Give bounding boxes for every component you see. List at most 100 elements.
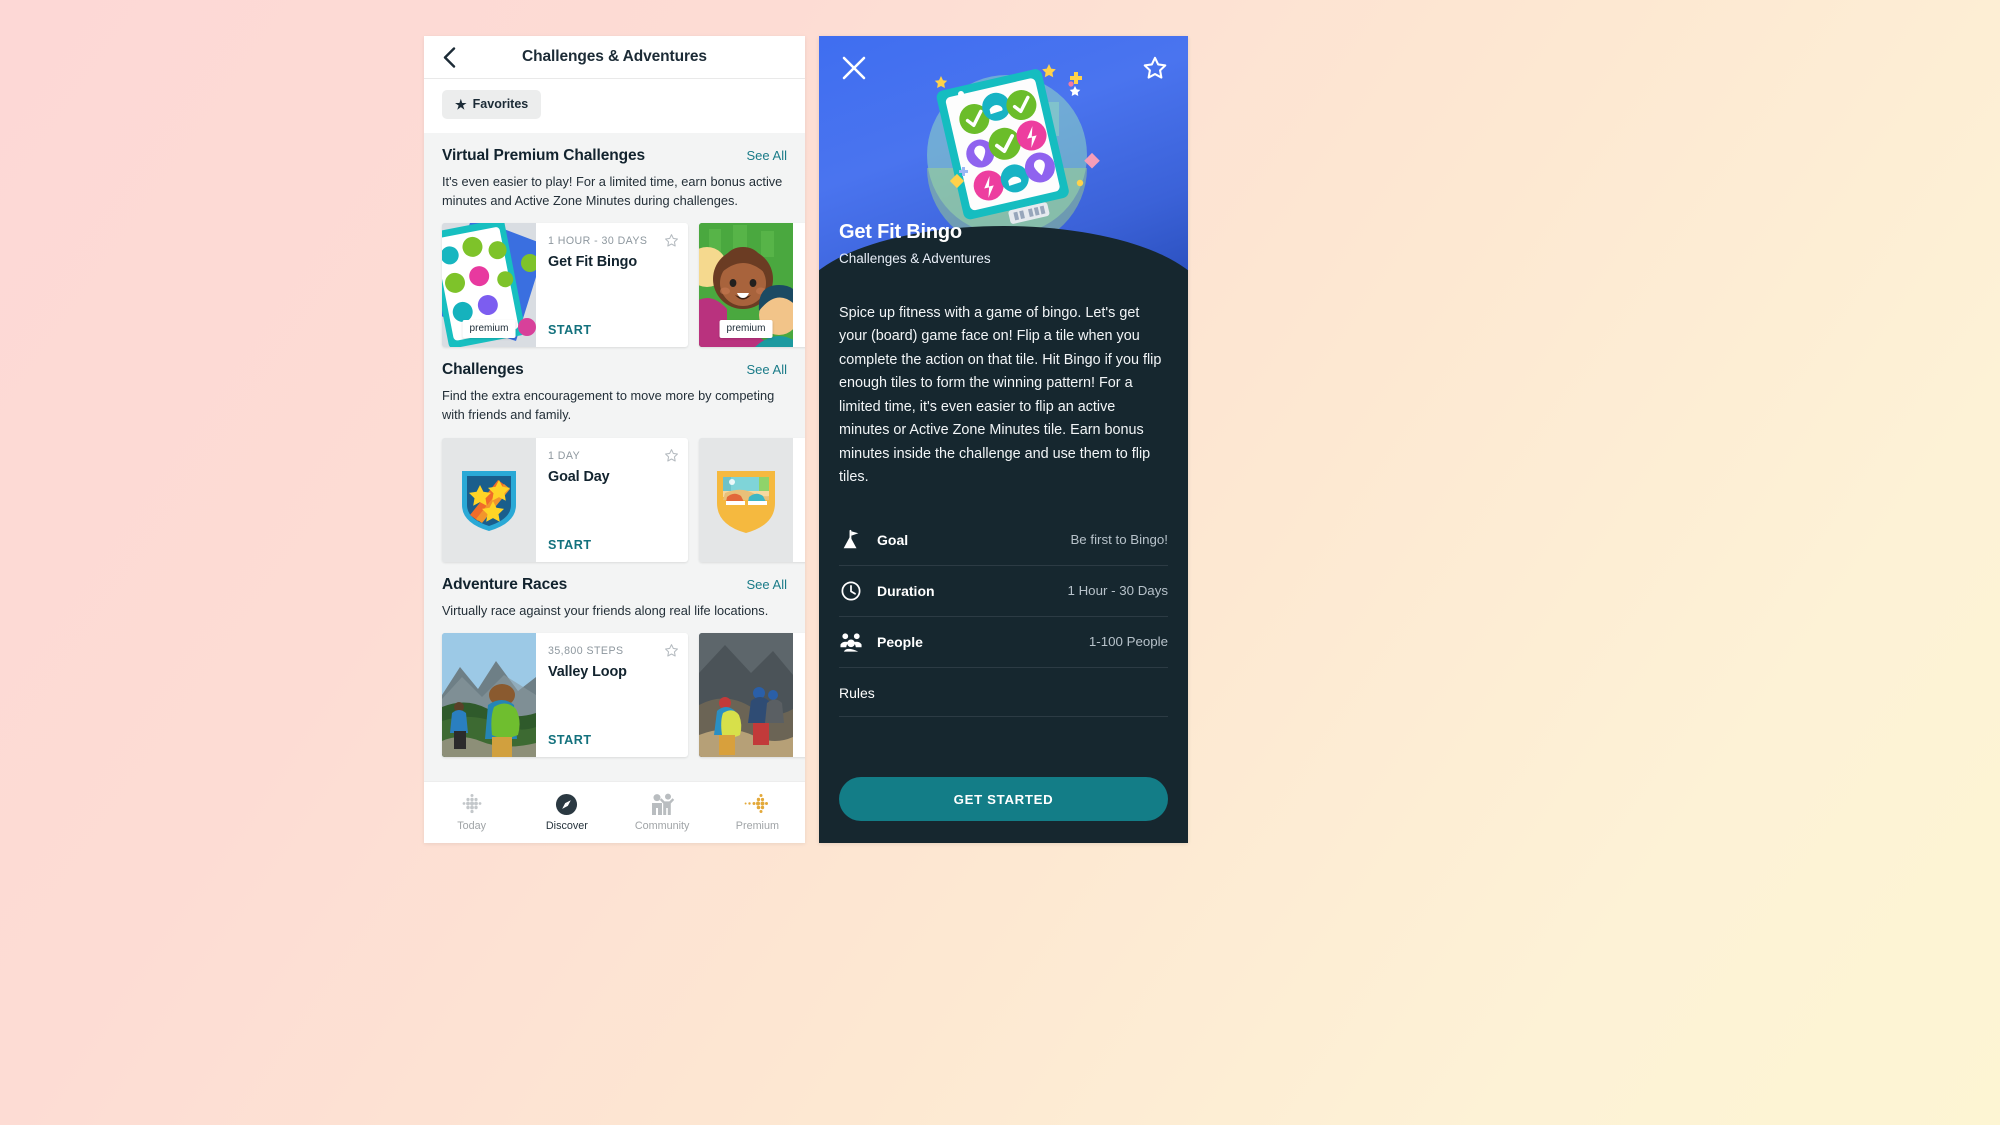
- see-all-link-adventure-races[interactable]: See All: [747, 577, 787, 592]
- card-duration-meta: 1 DAY: [548, 449, 581, 462]
- card-start-button[interactable]: START: [548, 538, 678, 552]
- section-title: Challenges: [442, 361, 524, 379]
- rules-row[interactable]: Rules: [839, 668, 1168, 717]
- challenge-card-valley-loop[interactable]: 35,800 STEPS Valley Loop START: [442, 633, 688, 758]
- bottom-tab-bar: Today Discover Community Premium: [424, 781, 805, 843]
- tab-label: Discover: [545, 820, 588, 832]
- card-duration-meta: 1 HOUR - 30 DAYS: [548, 235, 648, 248]
- card-title: Goal Day: [548, 468, 610, 485]
- see-all-link-challenges[interactable]: See All: [747, 362, 787, 377]
- section-description: Virtually race against your friends alon…: [442, 602, 769, 618]
- clock-icon: [839, 580, 863, 602]
- challenge-card-partial-4[interactable]: 1 D S: [699, 437, 805, 562]
- premium-badge: premium: [462, 320, 516, 339]
- detail-stats-list: Goal Be first to Bingo! Duration 1 Hour …: [839, 515, 1168, 717]
- favorite-star-icon[interactable]: [664, 643, 679, 658]
- favorites-filter-chip[interactable]: ★ Favorites: [442, 90, 542, 119]
- premium-badge: premium: [719, 320, 773, 339]
- card-thumbnail: premium: [699, 223, 793, 348]
- flag-mountain-icon: [839, 529, 863, 551]
- filter-row: ★ Favorites: [424, 79, 805, 133]
- goal-day-shield-icon: [442, 437, 536, 562]
- tab-label: Premium: [735, 820, 779, 832]
- get-started-button[interactable]: GET STARTED: [839, 777, 1168, 821]
- card-thumbnail: [699, 437, 793, 562]
- card-thumbnail: [442, 437, 536, 562]
- stat-row-goal: Goal Be first to Bingo!: [839, 515, 1168, 566]
- card-title: Get Fit Bingo: [548, 254, 638, 271]
- see-all-link-virtual-premium[interactable]: See All: [747, 148, 787, 163]
- tab-label: Today: [457, 820, 487, 832]
- stat-value: Be first to Bingo!: [1070, 532, 1168, 548]
- card-body: 1 DAY Goal Day START: [536, 438, 688, 562]
- star-filled-icon: ★: [455, 96, 467, 112]
- favorite-button[interactable]: [1142, 55, 1168, 81]
- challenge-card-partial-6[interactable]: 6 P S: [699, 633, 805, 758]
- hero-banner: Get Fit Bingo Challenges & Adventures: [819, 36, 1188, 284]
- rules-label: Rules: [839, 684, 875, 701]
- close-x-icon: [842, 56, 866, 80]
- climbers-photo-icon: [699, 633, 793, 758]
- section-header: Adventure Races See All: [442, 576, 787, 594]
- card-carousel[interactable]: premium 1 HOUR - 30 DAYS Get Fit Bingo S…: [442, 223, 805, 348]
- card-thumbnail: [442, 633, 536, 758]
- sections-scroll-area[interactable]: Virtual Premium Challenges See All It's …: [424, 133, 805, 781]
- star-outline-icon: [1143, 56, 1167, 79]
- stat-label: People: [877, 633, 923, 650]
- favorite-star-icon[interactable]: [664, 448, 679, 463]
- people-icon: [649, 793, 675, 815]
- section-header: Challenges See All: [442, 361, 787, 379]
- stat-value: 1 Hour - 30 Days: [1067, 583, 1168, 599]
- favorite-star-icon[interactable]: [664, 233, 679, 248]
- people-group-icon: [839, 631, 863, 653]
- stat-row-duration: Duration 1 Hour - 30 Days: [839, 566, 1168, 617]
- challenges-list-panel: Challenges & Adventures ★ Favorites Virt…: [424, 36, 805, 843]
- card-body: 1 HOUR - 30 DAYS Get Fit Bingo START: [536, 223, 688, 347]
- app-bar: Challenges & Adventures: [424, 36, 805, 79]
- section-header: Virtual Premium Challenges See All: [442, 147, 787, 165]
- back-button[interactable]: [438, 46, 460, 68]
- daily-showdown-icon: [699, 437, 793, 562]
- tab-premium[interactable]: Premium: [710, 793, 805, 832]
- favorites-filter-label: Favorites: [472, 97, 529, 111]
- compass-icon: [555, 793, 578, 815]
- stat-label: Goal: [877, 531, 909, 548]
- card-body: 1 C C S: [793, 223, 805, 347]
- section-title: Adventure Races: [442, 575, 568, 593]
- card-body: 35,800 STEPS Valley Loop START: [536, 633, 688, 757]
- hiker-photo-icon: [442, 633, 536, 758]
- close-button[interactable]: [840, 54, 868, 82]
- card-carousel[interactable]: 1 DAY Goal Day START: [442, 437, 805, 562]
- card-body: 1 D S: [793, 438, 805, 562]
- section-description: Find the extra encouragement to move mor…: [442, 388, 775, 423]
- tab-discover[interactable]: Discover: [519, 793, 614, 832]
- card-title: Valley Loop: [548, 664, 627, 681]
- card-start-button[interactable]: START: [548, 323, 678, 337]
- tab-community[interactable]: Community: [615, 793, 710, 832]
- card-thumbnail: premium: [442, 223, 536, 348]
- challenge-detail-panel: Get Fit Bingo Challenges & Adventures Sp…: [819, 36, 1188, 843]
- challenge-card-goal-day[interactable]: 1 DAY Goal Day START: [442, 437, 688, 562]
- section-description: It's even easier to play! For a limited …: [442, 174, 783, 208]
- page-title: Challenges & Adventures: [522, 48, 707, 65]
- section-title: Virtual Premium Challenges: [442, 147, 645, 164]
- card-thumbnail: [699, 633, 793, 758]
- tab-label: Community: [634, 820, 690, 832]
- card-start-button[interactable]: START: [548, 733, 678, 747]
- dots-grid-icon: [460, 793, 484, 815]
- tab-today[interactable]: Today: [424, 793, 519, 832]
- detail-subtitle: Challenges & Adventures: [839, 251, 991, 266]
- challenge-card-get-fit-bingo[interactable]: premium 1 HOUR - 30 DAYS Get Fit Bingo S…: [442, 223, 688, 348]
- card-steps-meta: 35,800 STEPS: [548, 645, 624, 658]
- detail-content: Spice up fitness with a game of bingo. L…: [819, 284, 1188, 763]
- stat-value: 1-100 People: [1088, 634, 1168, 650]
- detail-description: Spice up fitness with a game of bingo. L…: [839, 305, 1162, 486]
- section-adventure-races: Adventure Races See All Virtually race a…: [424, 562, 805, 758]
- challenge-card-partial-2[interactable]: premium 1 C C S: [699, 223, 805, 348]
- section-challenges: Challenges See All Find the extra encour…: [424, 347, 805, 562]
- card-carousel[interactable]: 35,800 STEPS Valley Loop START: [442, 633, 805, 758]
- card-body: 6 P S: [793, 633, 805, 757]
- stat-row-people: People 1-100 People: [839, 617, 1168, 668]
- section-virtual-premium-challenges: Virtual Premium Challenges See All It's …: [424, 133, 805, 348]
- chevron-left-icon: [443, 46, 455, 68]
